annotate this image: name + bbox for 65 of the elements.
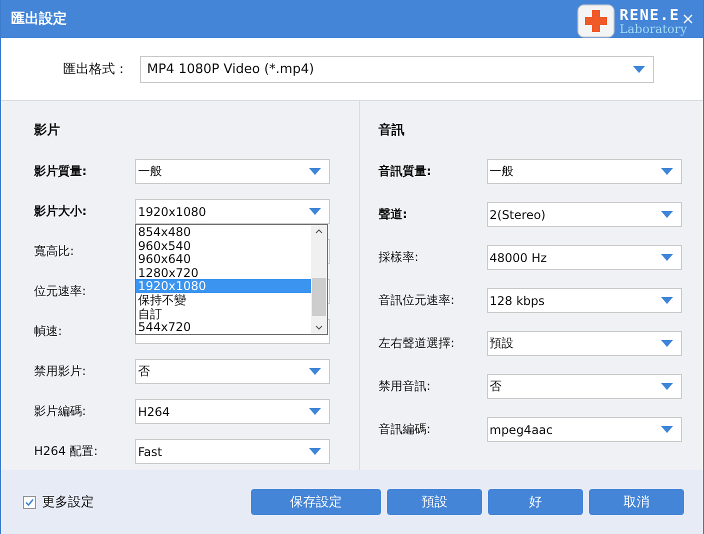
field-label: 音訊編碼: [378,421,432,438]
dropdown-arrow-icon [309,368,321,375]
dropdown-option[interactable]: 自訂 [136,306,311,320]
dropdown-arrow-icon [660,426,672,433]
logo-name: RENE.E [620,8,681,22]
dropdown[interactable]: 否 [486,374,682,399]
field-label: 禁用影片: [34,363,88,380]
section-heading: 影片 [34,122,61,139]
dropdown-arrow-icon [309,208,321,215]
checkbox-label: 更多設定 [42,494,94,511]
dropdown-arrow-icon [660,254,672,261]
dropdown[interactable]: 2(Stereo) [486,202,682,227]
field-label: 幀速: [34,323,64,340]
field-label: 左右聲道選擇: [378,335,456,352]
close-icon[interactable] [683,14,693,24]
field-label: 聲道: [378,206,408,223]
dropdown-arrow-icon [660,297,672,304]
window-title: 匯出設定 [11,10,68,28]
section-heading: 音訊 [378,122,406,139]
dropdown[interactable]: 預設 [486,331,682,356]
field-label: 影片大小: [34,203,88,220]
logo-subtitle: Laboratory [620,22,687,34]
format-label: 匯出格式： [63,61,128,78]
dropdown-arrow-icon [660,383,672,390]
dialog-button[interactable]: 保存設定 [251,489,381,515]
dropdown-arrow-icon [309,408,321,415]
field-label: 採樣率: [378,249,420,266]
dropdown-option[interactable]: 854x480 [136,225,311,239]
field-label: 影片質量: [34,163,88,180]
dropdown[interactable]: 1920x1080 [135,199,330,224]
dropdown-option[interactable]: 960x540 [136,238,311,252]
dropdown-arrow-icon [660,168,672,175]
dropdown-arrow-icon [660,211,672,218]
dropdown[interactable]: Fast [135,439,330,464]
dropdown[interactable]: 48000 Hz [486,245,682,270]
dropdown[interactable]: 128 kbps [486,288,682,313]
field-label: 位元速率: [34,283,88,300]
dropdown-arrow-icon [309,168,321,175]
dropdown-arrow-icon [660,340,672,347]
dropdown[interactable]: 否 [135,359,330,384]
dropdown-arrow-icon [309,448,321,455]
checkbox[interactable] [23,496,36,508]
dropdown-option[interactable]: 960x640 [136,252,311,266]
dropdown[interactable]: mpeg4aac [486,417,682,442]
dialog-button[interactable]: 取消 [589,489,684,515]
dropdown[interactable]: 一般 [486,159,682,184]
dropdown-option[interactable]: 保持不變 [136,292,311,307]
scrollbar[interactable] [311,225,327,334]
dropdown-option[interactable]: 544x720 [136,320,311,334]
field-label: 音訊質量: [378,163,432,180]
dropdown-option[interactable]: 1280x720 [136,266,311,280]
format-dropdown[interactable]: MP4 1080P Video (*.mp4) [140,56,654,82]
scroll-up-icon[interactable] [315,229,323,234]
cross-key-icon [576,3,616,39]
scroll-down-icon[interactable] [315,325,323,330]
field-label: 音訊位元速率: [378,292,456,309]
field-label: H264 配置: [34,443,99,460]
dialog-button[interactable]: 好 [488,489,583,515]
dialog-button[interactable]: 預設 [387,489,482,515]
dropdown[interactable]: H264 [135,399,330,424]
field-label: 禁用音訊: [378,378,432,395]
field-label: 寬高比: [34,243,76,260]
dropdown[interactable]: 一般 [135,159,330,184]
dropdown-arrow-icon [633,66,645,72]
field-label: 影片編碼: [34,403,88,420]
